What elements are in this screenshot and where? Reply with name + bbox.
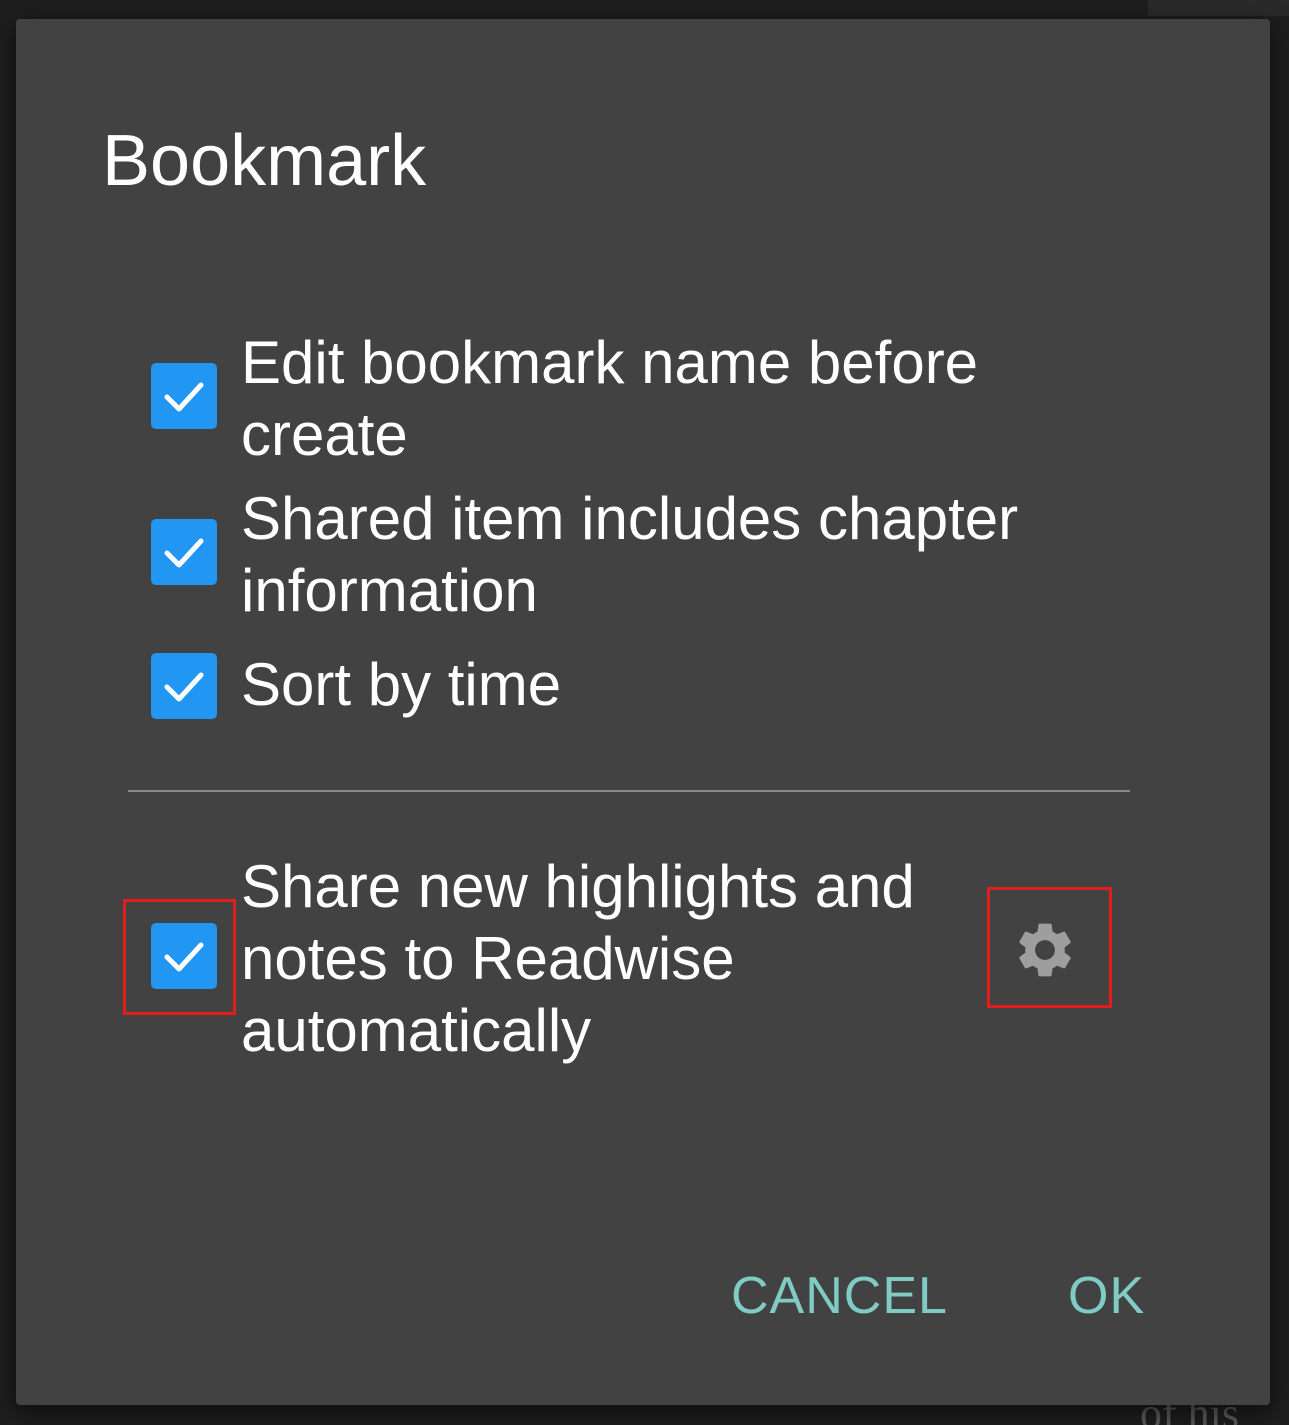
background-text-fragment-top <box>1148 0 1289 16</box>
option-chapter-info: Shared item includes chapter information <box>151 483 1071 633</box>
sort-by-time-checkbox[interactable] <box>151 653 217 719</box>
readwise-label[interactable]: Share new highlights and notes to Readwi… <box>241 851 961 1067</box>
dialog-title: Bookmark <box>102 121 427 201</box>
checkmark-icon <box>164 538 204 568</box>
settings-icon-highlight <box>987 887 1112 1008</box>
checkmark-icon <box>164 672 204 702</box>
readwise-checkbox-highlight <box>123 899 236 1015</box>
cancel-button[interactable]: CANCEL <box>731 1266 948 1326</box>
option-sort-by-time: Sort by time <box>151 649 1071 729</box>
chapter-info-label[interactable]: Shared item includes chapter information <box>241 483 1061 627</box>
chapter-info-checkbox[interactable] <box>151 519 217 585</box>
section-divider <box>128 790 1130 792</box>
bookmark-dialog: Bookmark Edit bookmark name before creat… <box>16 19 1270 1405</box>
sort-by-time-label[interactable]: Sort by time <box>241 649 1061 721</box>
ok-button[interactable]: OK <box>1068 1266 1145 1326</box>
edit-name-label[interactable]: Edit bookmark name before create <box>241 327 1061 471</box>
edit-name-checkbox[interactable] <box>151 363 217 429</box>
checkmark-icon <box>164 382 204 412</box>
option-edit-name: Edit bookmark name before create <box>151 327 1071 477</box>
